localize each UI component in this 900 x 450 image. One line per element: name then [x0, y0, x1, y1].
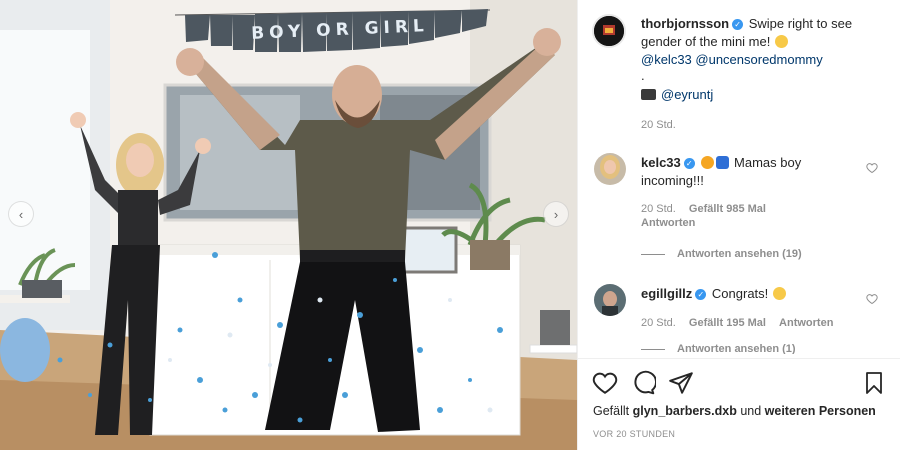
photo-credit-mention[interactable]: @eyruntj — [661, 87, 713, 102]
post-timestamp: VOR 20 STUNDEN — [593, 429, 676, 439]
view-replies-kelc33[interactable]: Antworten ansehen (19) — [641, 248, 802, 260]
caption-age: 20 Std. — [641, 119, 676, 131]
comment-icon[interactable] — [630, 370, 656, 396]
photo-credit-line: @eyruntj — [641, 86, 713, 104]
comment-age: 20 Std. — [641, 317, 676, 329]
heart-icon[interactable] — [592, 370, 618, 396]
comment-likes[interactable]: Gefällt 985 Mal — [689, 203, 766, 215]
comment-username[interactable]: kelc33 — [641, 155, 681, 170]
kelc33-avatar-image — [594, 153, 626, 185]
view-replies-label[interactable]: Antworten ansehen (19) — [677, 248, 802, 260]
view-replies-label[interactable]: Antworten ansehen (1) — [677, 343, 796, 354]
grinning-emoji-icon — [772, 287, 786, 300]
comment-reply[interactable]: Antworten — [779, 317, 833, 329]
bookmark-icon[interactable] — [862, 370, 886, 396]
next-photo-button[interactable]: › — [543, 201, 569, 227]
photo-illustration — [0, 0, 577, 450]
likes-summary: Gefällt glyn_barbers.dxb und weiteren Pe… — [593, 404, 876, 418]
comment-avatar-kelc33[interactable] — [594, 153, 626, 185]
author-avatar[interactable] — [592, 14, 626, 48]
comment-text: Congrats! — [711, 286, 769, 301]
comment-like-heart-icon[interactable] — [866, 293, 878, 305]
comment-like-heart-icon[interactable] — [866, 162, 878, 174]
author-username[interactable]: thorbjornsson — [641, 16, 729, 31]
scream-emoji-icon — [774, 35, 788, 48]
comment-meta-egillgillz: 20 Std. Gefällt 195 Mal Antworten — [641, 317, 833, 329]
caption: thorbjornsson ✓ Swipe right to see gender… — [641, 15, 881, 51]
comment-reply-kelc33[interactable]: Antworten — [641, 217, 695, 229]
smiling-face-emoji-icon — [701, 156, 715, 169]
verified-badge-icon: ✓ — [683, 158, 695, 170]
comment-likes[interactable]: Gefällt 195 Mal — [689, 317, 766, 329]
comment-text-line2: incoming!!! — [641, 173, 704, 188]
likes-prefix: Gefällt — [593, 404, 630, 418]
chevron-right-icon: › — [553, 206, 559, 222]
post-photo: BOY OR GIRL ‹ › — [0, 0, 577, 450]
likes-rest[interactable]: weiteren Personen — [765, 404, 876, 418]
comment-meta-kelc33: 20 Std. Gefällt 985 Mal — [641, 203, 766, 215]
blue-heart-emoji-icon — [716, 156, 730, 169]
comment-avatar-egillgillz[interactable] — [594, 284, 626, 316]
chevron-left-icon: ‹ — [18, 206, 24, 222]
comment-username[interactable]: egillgillz — [641, 286, 692, 301]
caption-dot: . — [641, 68, 645, 83]
action-bar — [592, 370, 892, 396]
actions-divider — [577, 358, 900, 359]
caption-mentions[interactable]: @kelc33 @uncensoredmommy — [641, 51, 823, 69]
previous-photo-button[interactable]: ‹ — [8, 201, 34, 227]
verified-badge-icon: ✓ — [732, 19, 744, 31]
comment-kelc33: kelc33 ✓ Mamas boy incoming!!! — [641, 154, 851, 190]
comment-text-line1: Mamas boy — [734, 155, 802, 170]
verified-badge-icon: ✓ — [695, 289, 707, 301]
egillgillz-avatar-image — [594, 284, 626, 316]
likes-user[interactable]: glyn_barbers.dxb — [633, 404, 737, 418]
share-icon[interactable] — [668, 370, 694, 396]
view-replies-egillgillz[interactable]: Antworten ansehen (1) — [641, 343, 796, 354]
comment-egillgillz: egillgillz ✓ Congrats! — [641, 285, 851, 303]
camera-emoji-icon — [641, 89, 656, 100]
likes-connector: und — [740, 404, 762, 418]
author-avatar-image — [594, 16, 624, 46]
comment-age: 20 Std. — [641, 203, 676, 215]
